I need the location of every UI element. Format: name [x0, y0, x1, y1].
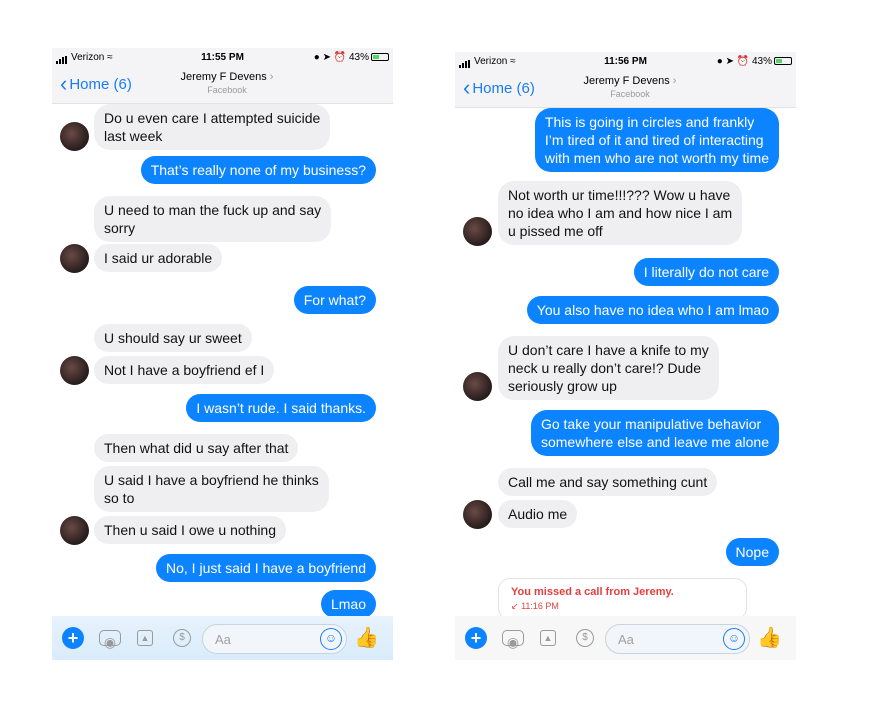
- battery-icon: [774, 57, 792, 65]
- status-bar: Verizon ≈ 11:56 PM ● ➤ ⏰ 43%: [455, 52, 796, 72]
- camera-icon[interactable]: ◉: [99, 630, 121, 650]
- back-label: Home (6): [69, 76, 132, 93]
- conversation-title[interactable]: Jeremy F Devens › Facebook: [575, 75, 685, 99]
- composer-bar: + ◉ ▲ $ Aa ☺ 👍: [455, 616, 796, 660]
- avatar[interactable]: [60, 516, 89, 545]
- incoming-message[interactable]: U don’t care I have a knife to my neck u …: [498, 336, 719, 400]
- missed-call-text: You missed a call from Jeremy.: [511, 586, 674, 598]
- back-button[interactable]: ‹ Home (6): [463, 75, 535, 100]
- message-placeholder: Aa: [215, 632, 231, 647]
- incoming-message[interactable]: I said ur adorable: [94, 244, 223, 272]
- avatar[interactable]: [463, 372, 492, 401]
- thumbs-up-icon[interactable]: 👍: [757, 625, 782, 650]
- outgoing-message[interactable]: No, I just said I have a boyfriend: [156, 554, 376, 582]
- emoji-icon[interactable]: ☺: [320, 628, 342, 650]
- battery-percent: 43%: [348, 52, 369, 63]
- composer-bar: + ◉ ▲ $ Aa ☺ 👍: [52, 616, 393, 660]
- nav-bar: ‹ Home (6) Jeremy F Devens › Facebook: [52, 68, 393, 104]
- alarm-icon: ● ➤ ⏰: [313, 52, 347, 63]
- emoji-icon[interactable]: ☺: [723, 628, 745, 650]
- outgoing-message[interactable]: That’s really none of my business?: [140, 156, 376, 184]
- outgoing-message[interactable]: I literally do not care: [633, 258, 779, 286]
- outgoing-message[interactable]: Go take your manipulative behavior somewh…: [530, 410, 779, 456]
- message-input[interactable]: Aa ☺: [605, 624, 750, 654]
- image-icon[interactable]: ▲: [137, 630, 153, 646]
- outgoing-message[interactable]: You also have no idea who I am lmao: [526, 296, 779, 324]
- incoming-message[interactable]: U need to man the fuck up and say sorry: [94, 196, 332, 242]
- chevron-right-icon: ›: [672, 75, 677, 87]
- payment-icon[interactable]: $: [576, 629, 594, 647]
- chevron-left-icon: ‹: [463, 75, 471, 100]
- chevron-left-icon: ‹: [60, 71, 68, 96]
- add-icon[interactable]: +: [465, 627, 487, 649]
- payment-icon[interactable]: $: [173, 629, 191, 647]
- incoming-message[interactable]: Call me and say something cunt: [498, 468, 718, 496]
- incoming-message[interactable]: Then u said I owe u nothing: [94, 516, 287, 544]
- chevron-right-icon: ›: [269, 71, 274, 83]
- conversation-title[interactable]: Jeremy F Devens › Facebook: [172, 71, 282, 95]
- battery-percent: 43%: [751, 56, 772, 67]
- image-icon[interactable]: ▲: [540, 630, 556, 646]
- incoming-message[interactable]: Not worth ur time!!!??? Wow u have no ide…: [498, 181, 743, 245]
- missed-call-card[interactable]: You missed a call from Jeremy. ↙ 11:16 P…: [498, 578, 747, 620]
- avatar[interactable]: [463, 500, 492, 529]
- contact-subtitle: Facebook: [207, 85, 247, 95]
- outgoing-message[interactable]: I wasn’t rude. I said thanks.: [186, 394, 376, 422]
- message-placeholder: Aa: [618, 632, 634, 647]
- missed-call-icon: ↙: [511, 601, 519, 611]
- incoming-message[interactable]: Not I have a boyfriend ef I: [94, 356, 275, 384]
- avatar[interactable]: [60, 244, 89, 273]
- camera-icon[interactable]: ◉: [502, 630, 524, 650]
- outgoing-message[interactable]: For what?: [293, 286, 376, 314]
- avatar[interactable]: [60, 122, 89, 151]
- battery-icon: [371, 53, 389, 61]
- outgoing-message[interactable]: Lmao: [320, 590, 376, 618]
- outgoing-message[interactable]: This is going in circles and frankly I’m …: [534, 108, 779, 172]
- left-screenshot: Verizon ≈ 11:55 PM ● ➤ ⏰ 43% ‹ Home (6) J…: [52, 48, 393, 660]
- contact-subtitle: Facebook: [610, 89, 650, 99]
- alarm-icon: ● ➤ ⏰: [716, 56, 750, 67]
- status-bar: Verizon ≈ 11:55 PM ● ➤ ⏰ 43%: [52, 48, 393, 68]
- incoming-message[interactable]: Then what did u say after that: [94, 434, 299, 462]
- contact-name: Jeremy F Devens: [180, 71, 267, 83]
- incoming-message[interactable]: U should say ur sweet: [94, 324, 252, 352]
- outgoing-message[interactable]: Nope: [725, 538, 779, 566]
- avatar[interactable]: [463, 217, 492, 246]
- missed-call-time: 11:16 PM: [521, 601, 559, 611]
- back-label: Home (6): [472, 80, 535, 97]
- avatar[interactable]: [60, 356, 89, 385]
- incoming-message[interactable]: Audio me: [498, 500, 578, 528]
- thumbs-up-icon[interactable]: 👍: [354, 625, 379, 650]
- right-screenshot: Verizon ≈ 11:56 PM ● ➤ ⏰ 43% ‹ Home (6) J…: [455, 52, 796, 660]
- back-button[interactable]: ‹ Home (6): [60, 71, 132, 96]
- message-input[interactable]: Aa ☺: [202, 624, 347, 654]
- incoming-message[interactable]: Do u even care I attempted suicide last w…: [94, 104, 331, 150]
- contact-name: Jeremy F Devens: [583, 75, 670, 87]
- incoming-message[interactable]: U said I have a boyfriend he thinks so to: [94, 466, 329, 512]
- nav-bar: ‹ Home (6) Jeremy F Devens › Facebook: [455, 72, 796, 108]
- add-icon[interactable]: +: [62, 627, 84, 649]
